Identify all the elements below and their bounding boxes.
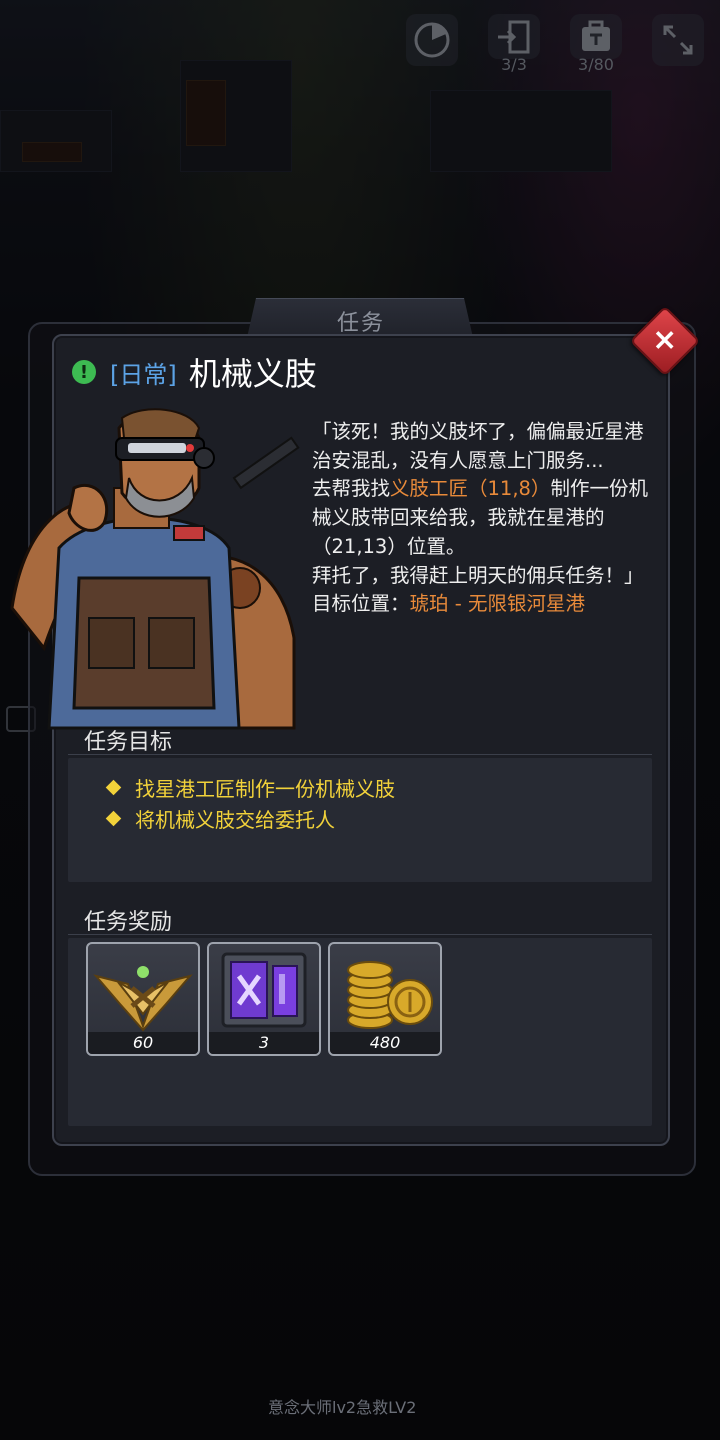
exclamation-icon: !	[72, 360, 96, 384]
target-location: 目标位置：琥珀 - 无限银河星港	[312, 590, 662, 619]
reward-quantity: 480	[330, 1032, 440, 1054]
objective-text: 找星港工匠制作一份机械义肢	[135, 777, 395, 801]
objective-text: 将机械义肢交给委托人	[135, 808, 335, 832]
rank-badge-icon	[93, 966, 193, 1032]
gold-coins-icon	[347, 961, 433, 1029]
quest-title: 机械义肢	[188, 355, 317, 393]
reward-item[interactable]: 480	[328, 942, 442, 1056]
rewards-header: 任务奖励	[84, 910, 173, 935]
dialogue-line-1: 「该死！我的义肢坏了，偏偏最近星港治安混乱，没有人愿意上门服务...	[312, 420, 644, 472]
dialogue-line-2: 去帮我找义肢工匠（11,8）制作一份机械义肢带回来给我，我就在星港的（21,13…	[312, 475, 662, 561]
divider	[68, 754, 652, 755]
purple-crate-icon	[221, 952, 307, 1028]
diamond-bullet-icon	[105, 779, 122, 796]
reward-item[interactable]: 60	[86, 942, 200, 1056]
dialogue-line-3: 拜托了，我得赶上明天的佣兵任务！」	[312, 563, 644, 587]
target-location-label: 目标位置：	[312, 592, 410, 616]
npc-portrait	[4, 408, 304, 738]
quest-type-label: [日常]	[110, 360, 177, 389]
reward-quantity: 3	[209, 1032, 319, 1054]
reward-quantity: 60	[88, 1032, 198, 1054]
objective-item: 将机械义肢交给委托人	[105, 804, 335, 833]
objective-item: 找星港工匠制作一份机械义肢	[105, 773, 395, 802]
npc-dialogue: 「该死！我的义肢坏了，偏偏最近星港治安混乱，没有人愿意上门服务... 去帮我找义…	[312, 418, 662, 619]
npc-location-link[interactable]: 义肢工匠（11,8）	[390, 477, 550, 500]
quest-title-row: ! [日常] 机械义肢	[72, 350, 317, 394]
divider	[68, 934, 652, 935]
target-location-value[interactable]: 琥珀 - 无限银河星港	[410, 592, 585, 615]
reward-item[interactable]: 3	[207, 942, 321, 1056]
objectives-header: 任务目标	[84, 730, 173, 755]
dialogue-text: 去帮我找	[312, 477, 391, 501]
diamond-bullet-icon	[105, 810, 122, 827]
skills-text: 意念大师lv2急救LV2	[268, 1398, 417, 1417]
close-icon: ×	[652, 322, 678, 358]
